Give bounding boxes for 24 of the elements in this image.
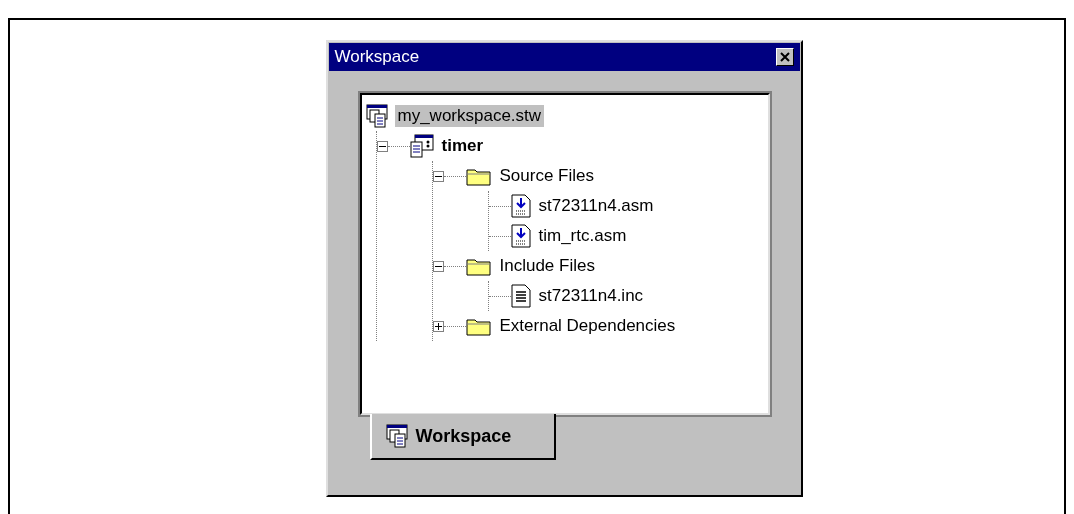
expand-button[interactable] — [432, 320, 444, 332]
stacked-documents-icon — [365, 104, 390, 128]
window-title: Workspace — [334, 47, 420, 67]
document-arrow-icon — [510, 224, 531, 248]
stacked-documents-icon — [385, 424, 410, 448]
tree-item[interactable]: my_workspace.stw — [394, 105, 545, 127]
document-arrow-icon — [510, 194, 531, 218]
tree-item[interactable]: timer — [438, 135, 487, 157]
plus-icon — [434, 322, 442, 330]
tree-item[interactable]: External Dependencies — [496, 315, 679, 337]
tab-label: Workspace — [415, 425, 512, 447]
collapse-button[interactable] — [432, 170, 444, 182]
tree-item[interactable]: tim_rtc.asm — [535, 225, 630, 247]
tree-item[interactable]: st72311n4.asm — [535, 195, 657, 217]
close-icon — [779, 52, 790, 62]
tree-item[interactable]: Source Files — [496, 165, 597, 187]
tree-item[interactable]: Include Files — [496, 255, 598, 277]
close-button[interactable] — [775, 48, 794, 66]
project-window-icon — [409, 134, 434, 158]
text-document-icon — [510, 284, 531, 308]
tree-item[interactable]: st72311n4.inc — [535, 285, 647, 307]
collapse-button[interactable] — [376, 140, 388, 152]
workspace-tab[interactable]: Workspace — [369, 414, 556, 460]
collapse-button[interactable] — [432, 260, 444, 272]
